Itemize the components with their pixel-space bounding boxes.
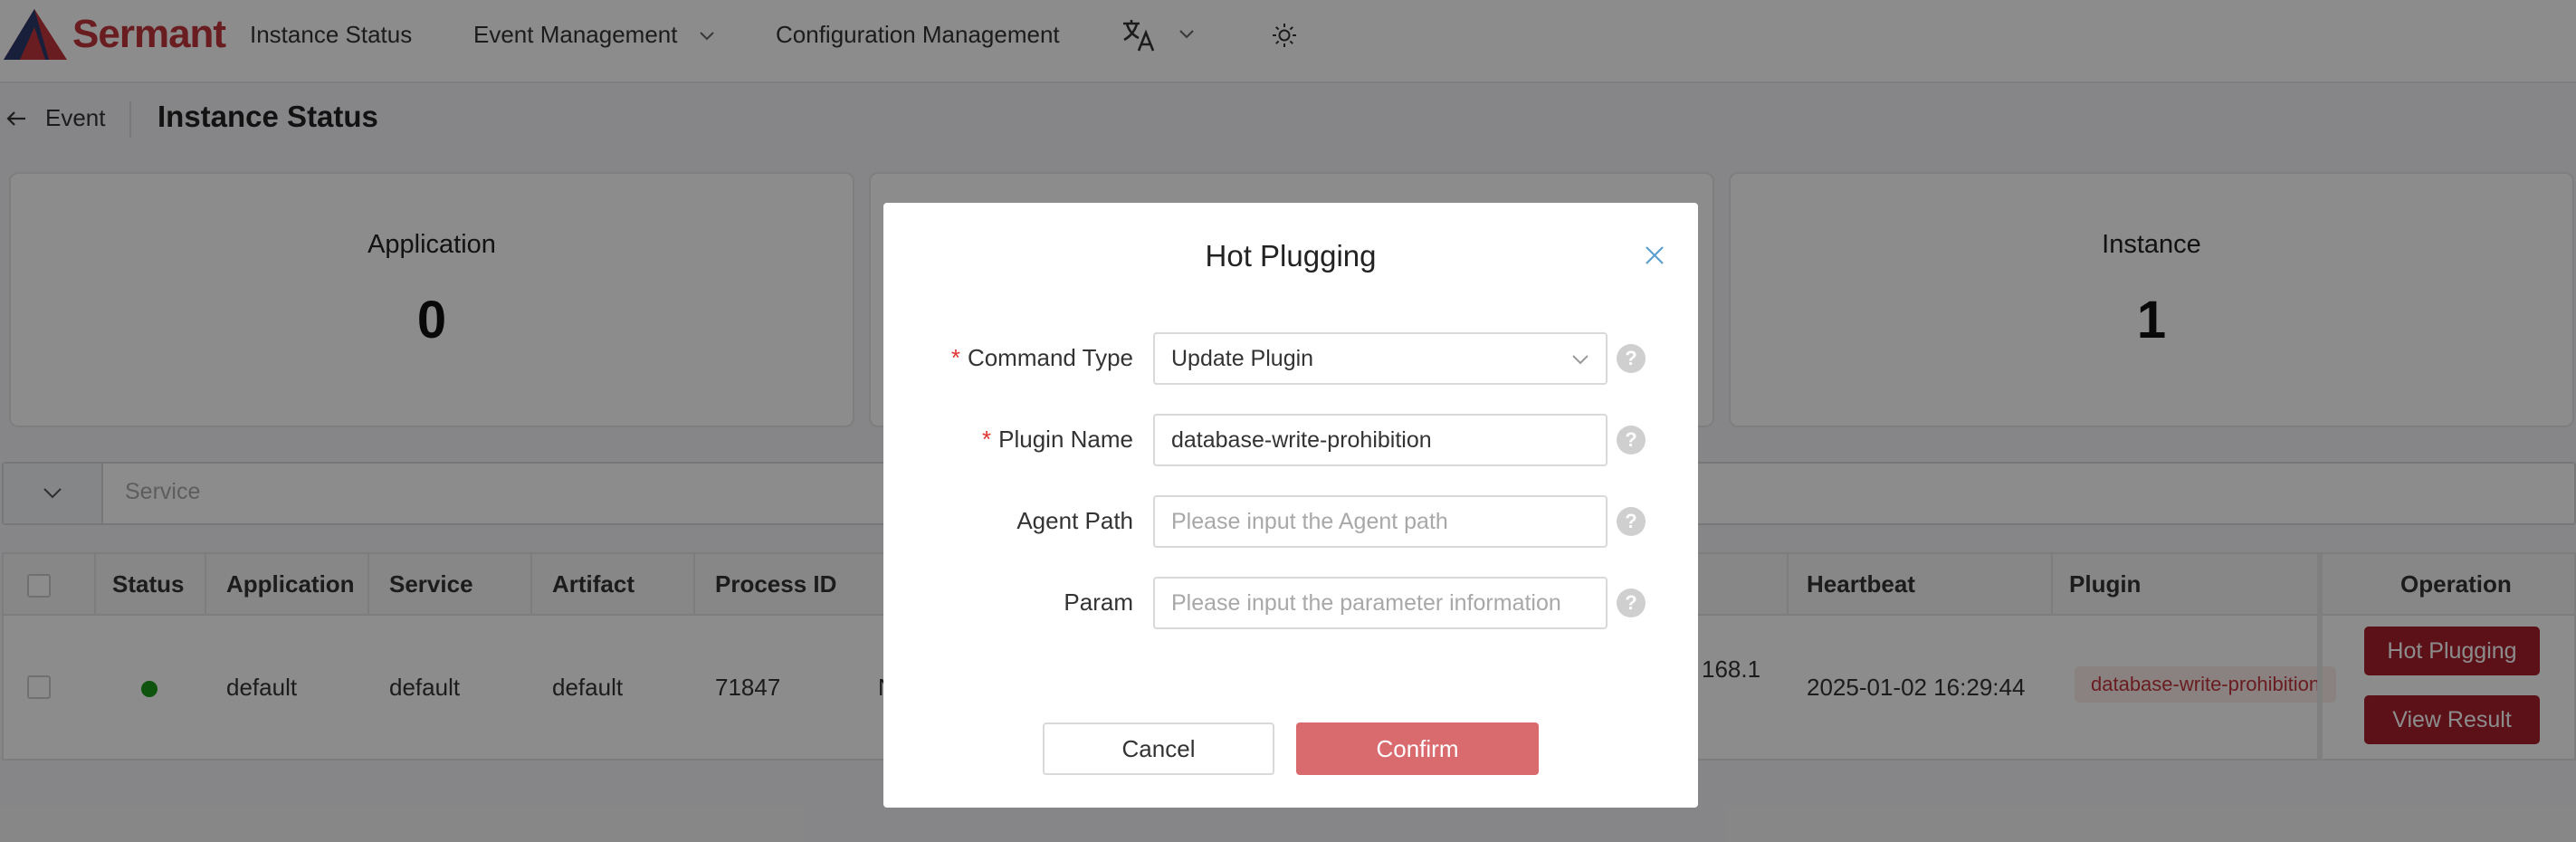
confirm-button[interactable]: Confirm (1296, 722, 1539, 775)
plugin-name-label-text: Plugin Name (998, 426, 1133, 453)
param-label: Param (1064, 588, 1133, 616)
command-type-label: * Command Type (862, 344, 1133, 372)
command-type-value: Update Plugin (1171, 346, 1314, 371)
agent-path-label: Agent Path (1016, 507, 1133, 534)
help-icon[interactable]: ? (1617, 588, 1646, 617)
help-icon[interactable]: ? (1617, 426, 1646, 454)
plugin-name-input[interactable]: database-write-prohibition (1153, 414, 1608, 466)
plugin-name-value: database-write-prohibition (1171, 427, 1432, 453)
chevron-down-icon (1572, 355, 1589, 365)
help-icon[interactable]: ? (1617, 507, 1646, 536)
help-icon[interactable]: ? (1617, 344, 1646, 373)
hot-plugging-dialog: Hot Plugging * Command Type Update Plugin… (883, 203, 1698, 808)
dialog-title: Hot Plugging (1205, 239, 1377, 273)
plugin-name-label: * Plugin Name (862, 426, 1133, 454)
required-marker: * (982, 426, 992, 453)
param-input[interactable] (1153, 577, 1608, 629)
close-icon[interactable] (1642, 243, 1667, 268)
agent-path-input[interactable] (1153, 495, 1608, 548)
cancel-button[interactable]: Cancel (1043, 722, 1274, 775)
command-type-label-text: Command Type (967, 344, 1133, 371)
required-marker: * (950, 344, 960, 371)
command-type-select[interactable]: Update Plugin (1153, 332, 1608, 385)
